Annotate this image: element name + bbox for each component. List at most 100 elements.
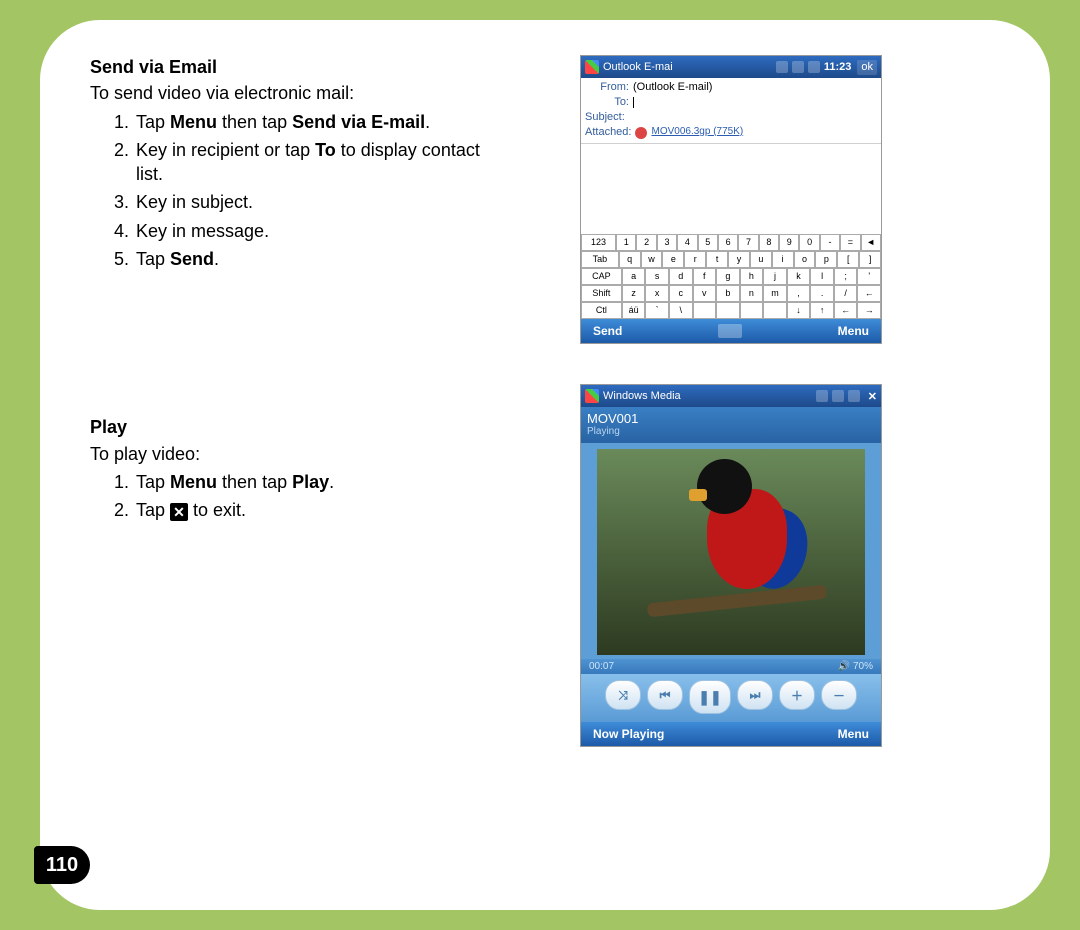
- kb-key[interactable]: n: [740, 285, 764, 302]
- kb-key[interactable]: [716, 302, 740, 319]
- kb-key[interactable]: 9: [779, 234, 799, 251]
- kb-key[interactable]: t: [706, 251, 728, 268]
- kb-key[interactable]: j: [763, 268, 787, 285]
- kb-key[interactable]: i: [772, 251, 794, 268]
- kb-key[interactable]: y: [728, 251, 750, 268]
- email-fields: From: (Outlook E-mail) To: Subject: Atta…: [581, 78, 881, 144]
- kb-key[interactable]: CAP: [581, 268, 622, 285]
- s1s1-b1: Menu: [170, 112, 217, 132]
- kb-row-4[interactable]: Shiftzxcvbnm,./←: [581, 285, 881, 302]
- prev-button[interactable]: ⏮: [647, 680, 683, 710]
- s1s1-pre: Tap: [136, 112, 170, 132]
- kb-key[interactable]: [693, 302, 717, 319]
- vol-up-button[interactable]: ＋: [779, 680, 815, 710]
- kb-key[interactable]: v: [693, 285, 717, 302]
- kb-key[interactable]: 1: [616, 234, 636, 251]
- volume-level: 🔊 70%: [838, 661, 873, 672]
- kb-key[interactable]: o: [794, 251, 816, 268]
- kb-key[interactable]: k: [787, 268, 811, 285]
- kb-key[interactable]: `: [645, 302, 669, 319]
- kb-key[interactable]: 2: [636, 234, 656, 251]
- kb-key[interactable]: ]: [859, 251, 881, 268]
- kb-row-3[interactable]: CAPasdfghjkl;': [581, 268, 881, 285]
- status-time: 11:23: [824, 62, 852, 73]
- kb-row-5[interactable]: Ctláü`\ ↓↑←→: [581, 302, 881, 319]
- kb-key[interactable]: ◄: [861, 234, 881, 251]
- kb-key[interactable]: áü: [622, 302, 646, 319]
- kb-key[interactable]: w: [641, 251, 663, 268]
- kb-key[interactable]: q: [619, 251, 641, 268]
- kb-key[interactable]: \: [669, 302, 693, 319]
- kb-key[interactable]: 8: [759, 234, 779, 251]
- kb-key[interactable]: ↓: [787, 302, 811, 319]
- kb-key[interactable]: e: [662, 251, 684, 268]
- kb-key[interactable]: s: [645, 268, 669, 285]
- vol-down-button[interactable]: －: [821, 680, 857, 710]
- email-message-body[interactable]: [581, 144, 881, 234]
- kb-key[interactable]: x: [645, 285, 669, 302]
- pause-button[interactable]: ❚❚: [689, 680, 731, 714]
- kb-key[interactable]: ': [857, 268, 881, 285]
- elapsed-time: 00:07: [589, 661, 614, 672]
- kb-key[interactable]: ;: [834, 268, 858, 285]
- kb-key[interactable]: r: [684, 251, 706, 268]
- kb-key[interactable]: Ctl: [581, 302, 622, 319]
- kb-key[interactable]: ←: [834, 302, 858, 319]
- to-row[interactable]: To:: [585, 95, 877, 110]
- subject-label: Subject:: [585, 112, 629, 123]
- kb-key[interactable]: b: [716, 285, 740, 302]
- kb-key[interactable]: l: [810, 268, 834, 285]
- kb-row-1[interactable]: 1231234567890-=◄: [581, 234, 881, 251]
- next-button[interactable]: ⏭: [737, 680, 773, 710]
- kb-key[interactable]: Tab: [581, 251, 619, 268]
- shuffle-button[interactable]: ⤨: [605, 680, 641, 710]
- kb-key[interactable]: f: [693, 268, 717, 285]
- from-value: (Outlook E-mail): [633, 82, 712, 93]
- kb-key[interactable]: a: [622, 268, 646, 285]
- media-time-bar: 00:07 🔊 70%: [581, 659, 881, 674]
- kb-key[interactable]: [: [837, 251, 859, 268]
- kb-key[interactable]: 123: [581, 234, 616, 251]
- kb-key[interactable]: 0: [799, 234, 819, 251]
- keyboard-toggle-icon[interactable]: [718, 324, 742, 338]
- menu-softkey[interactable]: Menu: [838, 325, 869, 337]
- kb-key[interactable]: d: [669, 268, 693, 285]
- section2-title: Play: [90, 415, 510, 439]
- kb-key[interactable]: g: [716, 268, 740, 285]
- kb-key[interactable]: [740, 302, 764, 319]
- media-controls: ⤨ ⏮ ❚❚ ⏭ ＋ －: [581, 674, 881, 722]
- on-screen-keyboard[interactable]: 1231234567890-=◄ Tabqwertyuiop[] CAPasdf…: [581, 234, 881, 319]
- send-softkey[interactable]: Send: [593, 325, 622, 337]
- kb-key[interactable]: →: [857, 302, 881, 319]
- kb-key[interactable]: Shift: [581, 285, 622, 302]
- kb-key[interactable]: 4: [677, 234, 697, 251]
- kb-key[interactable]: m: [763, 285, 787, 302]
- kb-key[interactable]: 5: [698, 234, 718, 251]
- kb-key[interactable]: 7: [738, 234, 758, 251]
- subject-row[interactable]: Subject:: [585, 110, 877, 125]
- kb-key[interactable]: =: [840, 234, 860, 251]
- kb-key[interactable]: z: [622, 285, 646, 302]
- ok-button[interactable]: ok: [857, 60, 877, 75]
- close-icon[interactable]: ✕: [868, 390, 877, 403]
- kb-key[interactable]: 3: [657, 234, 677, 251]
- kb-key[interactable]: c: [669, 285, 693, 302]
- kb-key[interactable]: [763, 302, 787, 319]
- s2s2-pre: Tap: [136, 500, 170, 520]
- s1s1-b2: Send via E-mail: [292, 112, 425, 132]
- kb-key[interactable]: ↑: [810, 302, 834, 319]
- kb-key[interactable]: u: [750, 251, 772, 268]
- kb-key[interactable]: ,: [787, 285, 811, 302]
- kb-key[interactable]: p: [815, 251, 837, 268]
- menu-softkey[interactable]: Menu: [838, 727, 869, 741]
- kb-key[interactable]: -: [820, 234, 840, 251]
- kb-key[interactable]: h: [740, 268, 764, 285]
- attachment-link[interactable]: MOV006.3gp (775K): [651, 127, 743, 139]
- now-playing-softkey[interactable]: Now Playing: [593, 727, 664, 741]
- kb-row-2[interactable]: Tabqwertyuiop[]: [581, 251, 881, 268]
- to-label[interactable]: To:: [585, 97, 629, 108]
- kb-key[interactable]: /: [834, 285, 858, 302]
- kb-key[interactable]: .: [810, 285, 834, 302]
- kb-key[interactable]: ←: [857, 285, 881, 302]
- kb-key[interactable]: 6: [718, 234, 738, 251]
